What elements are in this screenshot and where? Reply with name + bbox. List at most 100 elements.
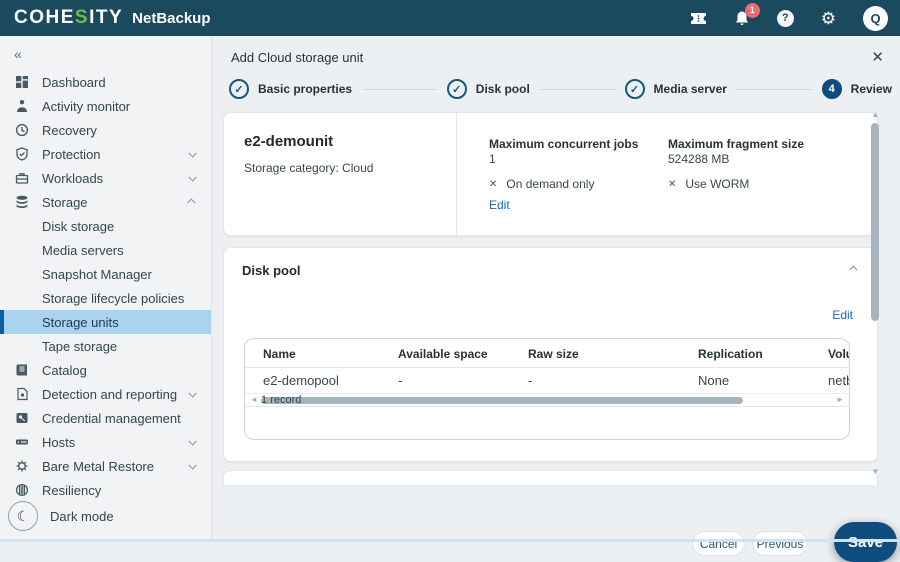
collapse-section-chevron-icon[interactable] xyxy=(849,265,857,273)
column-header-name: Name xyxy=(263,347,296,361)
sidebar-subitem-label: Storage units xyxy=(42,315,119,330)
step-complete-check-icon: ✓ xyxy=(447,79,467,99)
settings-gear-icon[interactable]: ⚙ xyxy=(821,10,836,27)
sidebar-subitem-label: Media servers xyxy=(42,243,124,258)
sidebar-subitem-label: Storage lifecycle policies xyxy=(42,291,184,306)
detection-report-icon xyxy=(14,386,30,402)
column-header-replication: Replication xyxy=(698,347,763,361)
column-header-raw-size: Raw size xyxy=(528,347,579,361)
step-review[interactable]: 4 Review xyxy=(822,79,892,99)
sidebar-item-label: Bare Metal Restore xyxy=(42,459,154,474)
on-demand-only-label: On demand only xyxy=(506,177,594,191)
cell-name: e2-demopool xyxy=(263,373,339,388)
edit-disk-pool-link[interactable]: Edit xyxy=(832,308,853,322)
step-number-badge: 4 xyxy=(822,79,842,99)
vertical-scrollbar[interactable]: ▲ ▼ xyxy=(871,110,880,476)
sidebar-subitem-storage-units[interactable]: Storage units xyxy=(0,310,211,334)
sidebar-item-protection[interactable]: Protection xyxy=(0,142,211,166)
sidebar-item-workloads[interactable]: Workloads xyxy=(0,166,211,190)
cell-available-space: - xyxy=(398,373,402,388)
cross-icon: ✕ xyxy=(489,179,497,190)
dark-mode-toggle[interactable]: ☾ Dark mode xyxy=(8,501,114,531)
sidebar-item-label: Protection xyxy=(42,147,101,162)
storage-category: Storage category: Cloud xyxy=(244,161,436,175)
disk-pool-table: Name Available space Raw size Replicatio… xyxy=(244,338,850,440)
cell-volumes: netbac xyxy=(828,373,850,388)
sidebar-item-label: Resiliency xyxy=(42,483,101,498)
storage-unit-name: e2-demounit xyxy=(244,133,436,150)
cell-raw-size: - xyxy=(528,373,532,388)
sidebar-item-label: Credential management xyxy=(42,411,181,426)
close-icon[interactable]: ✕ xyxy=(871,48,884,66)
step-label: Disk pool xyxy=(476,82,530,96)
wizard-footer: Cancel Previous Save xyxy=(213,485,900,542)
notifications-bell-icon[interactable]: 1 xyxy=(734,10,750,27)
stepper-connector xyxy=(362,89,437,90)
sidebar-item-credential-management[interactable]: Credential management xyxy=(0,406,211,430)
step-label: Review xyxy=(851,82,892,96)
vertical-scrollbar-thumb[interactable] xyxy=(871,123,879,321)
disk-pool-section-title: Disk pool xyxy=(242,263,301,278)
sidebar-item-label: Hosts xyxy=(42,435,75,450)
activity-monitor-icon xyxy=(14,98,30,114)
sidebar-subitem-storage-lifecycle-policies[interactable]: Storage lifecycle policies xyxy=(0,286,211,310)
hosts-server-icon xyxy=(14,434,30,450)
help-icon[interactable]: ? xyxy=(777,10,794,27)
scroll-down-arrow-icon[interactable]: ▼ xyxy=(871,467,880,476)
sidebar-item-label: Catalog xyxy=(42,363,87,378)
sidebar-item-detection-and-reporting[interactable]: Detection and reporting xyxy=(0,382,211,406)
step-label: Basic properties xyxy=(258,82,352,96)
scroll-right-arrow-icon[interactable]: ► xyxy=(836,395,844,404)
column-header-volumes: Volumes xyxy=(828,347,850,361)
chevron-down-icon xyxy=(188,437,196,445)
previous-button[interactable]: Previous xyxy=(752,531,808,556)
sidebar-item-hosts[interactable]: Hosts xyxy=(0,430,211,454)
table-row[interactable]: e2-demopool - - None netbac xyxy=(245,368,849,394)
chevron-down-icon xyxy=(188,389,196,397)
user-avatar[interactable]: Q xyxy=(863,6,888,31)
step-basic-properties[interactable]: ✓ Basic properties xyxy=(229,79,362,99)
bare-metal-restore-gear-icon xyxy=(14,458,30,474)
brand-logo: COHESITY NetBackup xyxy=(14,7,211,29)
cohesity-logo: COHESITY xyxy=(14,7,123,29)
card-divider xyxy=(456,113,457,235)
wizard-stepper: ✓ Basic properties ✓ Disk pool ✓ Media s… xyxy=(229,76,892,102)
cancel-button[interactable]: Cancel xyxy=(692,531,745,556)
step-complete-check-icon: ✓ xyxy=(625,79,645,99)
sidebar-collapse-button[interactable]: « xyxy=(0,36,211,70)
resiliency-icon xyxy=(14,482,30,498)
sidebar-item-catalog[interactable]: Catalog xyxy=(0,358,211,382)
ticket-icon[interactable] xyxy=(690,12,707,25)
scroll-up-arrow-icon[interactable]: ▲ xyxy=(871,110,880,119)
cohesity-logo-green-letter: S xyxy=(75,7,89,28)
sidebar-item-bare-metal-restore[interactable]: Bare Metal Restore xyxy=(0,454,211,478)
sidebar-item-storage[interactable]: Storage xyxy=(0,190,211,214)
stepper-connector xyxy=(540,89,615,90)
horizontal-scrollbar[interactable]: ◄ ► xyxy=(245,394,849,407)
save-button[interactable]: Save xyxy=(834,522,897,562)
use-worm-flag: ✕ Use WORM xyxy=(668,177,749,191)
catalog-book-icon xyxy=(14,362,30,378)
credential-key-icon xyxy=(14,410,30,426)
chevron-down-icon xyxy=(188,461,196,469)
sidebar-item-dashboard[interactable]: Dashboard xyxy=(0,70,211,94)
sidebar-item-label: Activity monitor xyxy=(42,99,130,114)
app-header: COHESITY NetBackup 1 ? ⚙ Q xyxy=(0,0,900,36)
sidebar-item-recovery[interactable]: Recovery xyxy=(0,118,211,142)
sidebar-item-resiliency[interactable]: Resiliency xyxy=(0,478,211,502)
edit-basic-properties-link[interactable]: Edit xyxy=(489,198,510,212)
sidebar-subitem-snapshot-manager[interactable]: Snapshot Manager xyxy=(0,262,211,286)
sidebar-subitem-media-servers[interactable]: Media servers xyxy=(0,238,211,262)
workloads-briefcase-icon xyxy=(14,170,30,186)
horizontal-scrollbar-thumb[interactable] xyxy=(261,397,743,404)
sidebar-subitem-label: Snapshot Manager xyxy=(42,267,152,282)
cross-icon: ✕ xyxy=(668,179,676,190)
sidebar-subitem-disk-storage[interactable]: Disk storage xyxy=(0,214,211,238)
sidebar-item-label: Storage xyxy=(42,195,88,210)
sidebar-subitem-tape-storage[interactable]: Tape storage xyxy=(0,334,211,358)
step-disk-pool[interactable]: ✓ Disk pool xyxy=(447,79,540,99)
sidebar-item-activity-monitor[interactable]: Activity monitor xyxy=(0,94,211,118)
scroll-left-arrow-icon[interactable]: ◄ xyxy=(250,395,258,404)
step-media-server[interactable]: ✓ Media server xyxy=(625,79,737,99)
dashboard-icon xyxy=(14,74,30,90)
